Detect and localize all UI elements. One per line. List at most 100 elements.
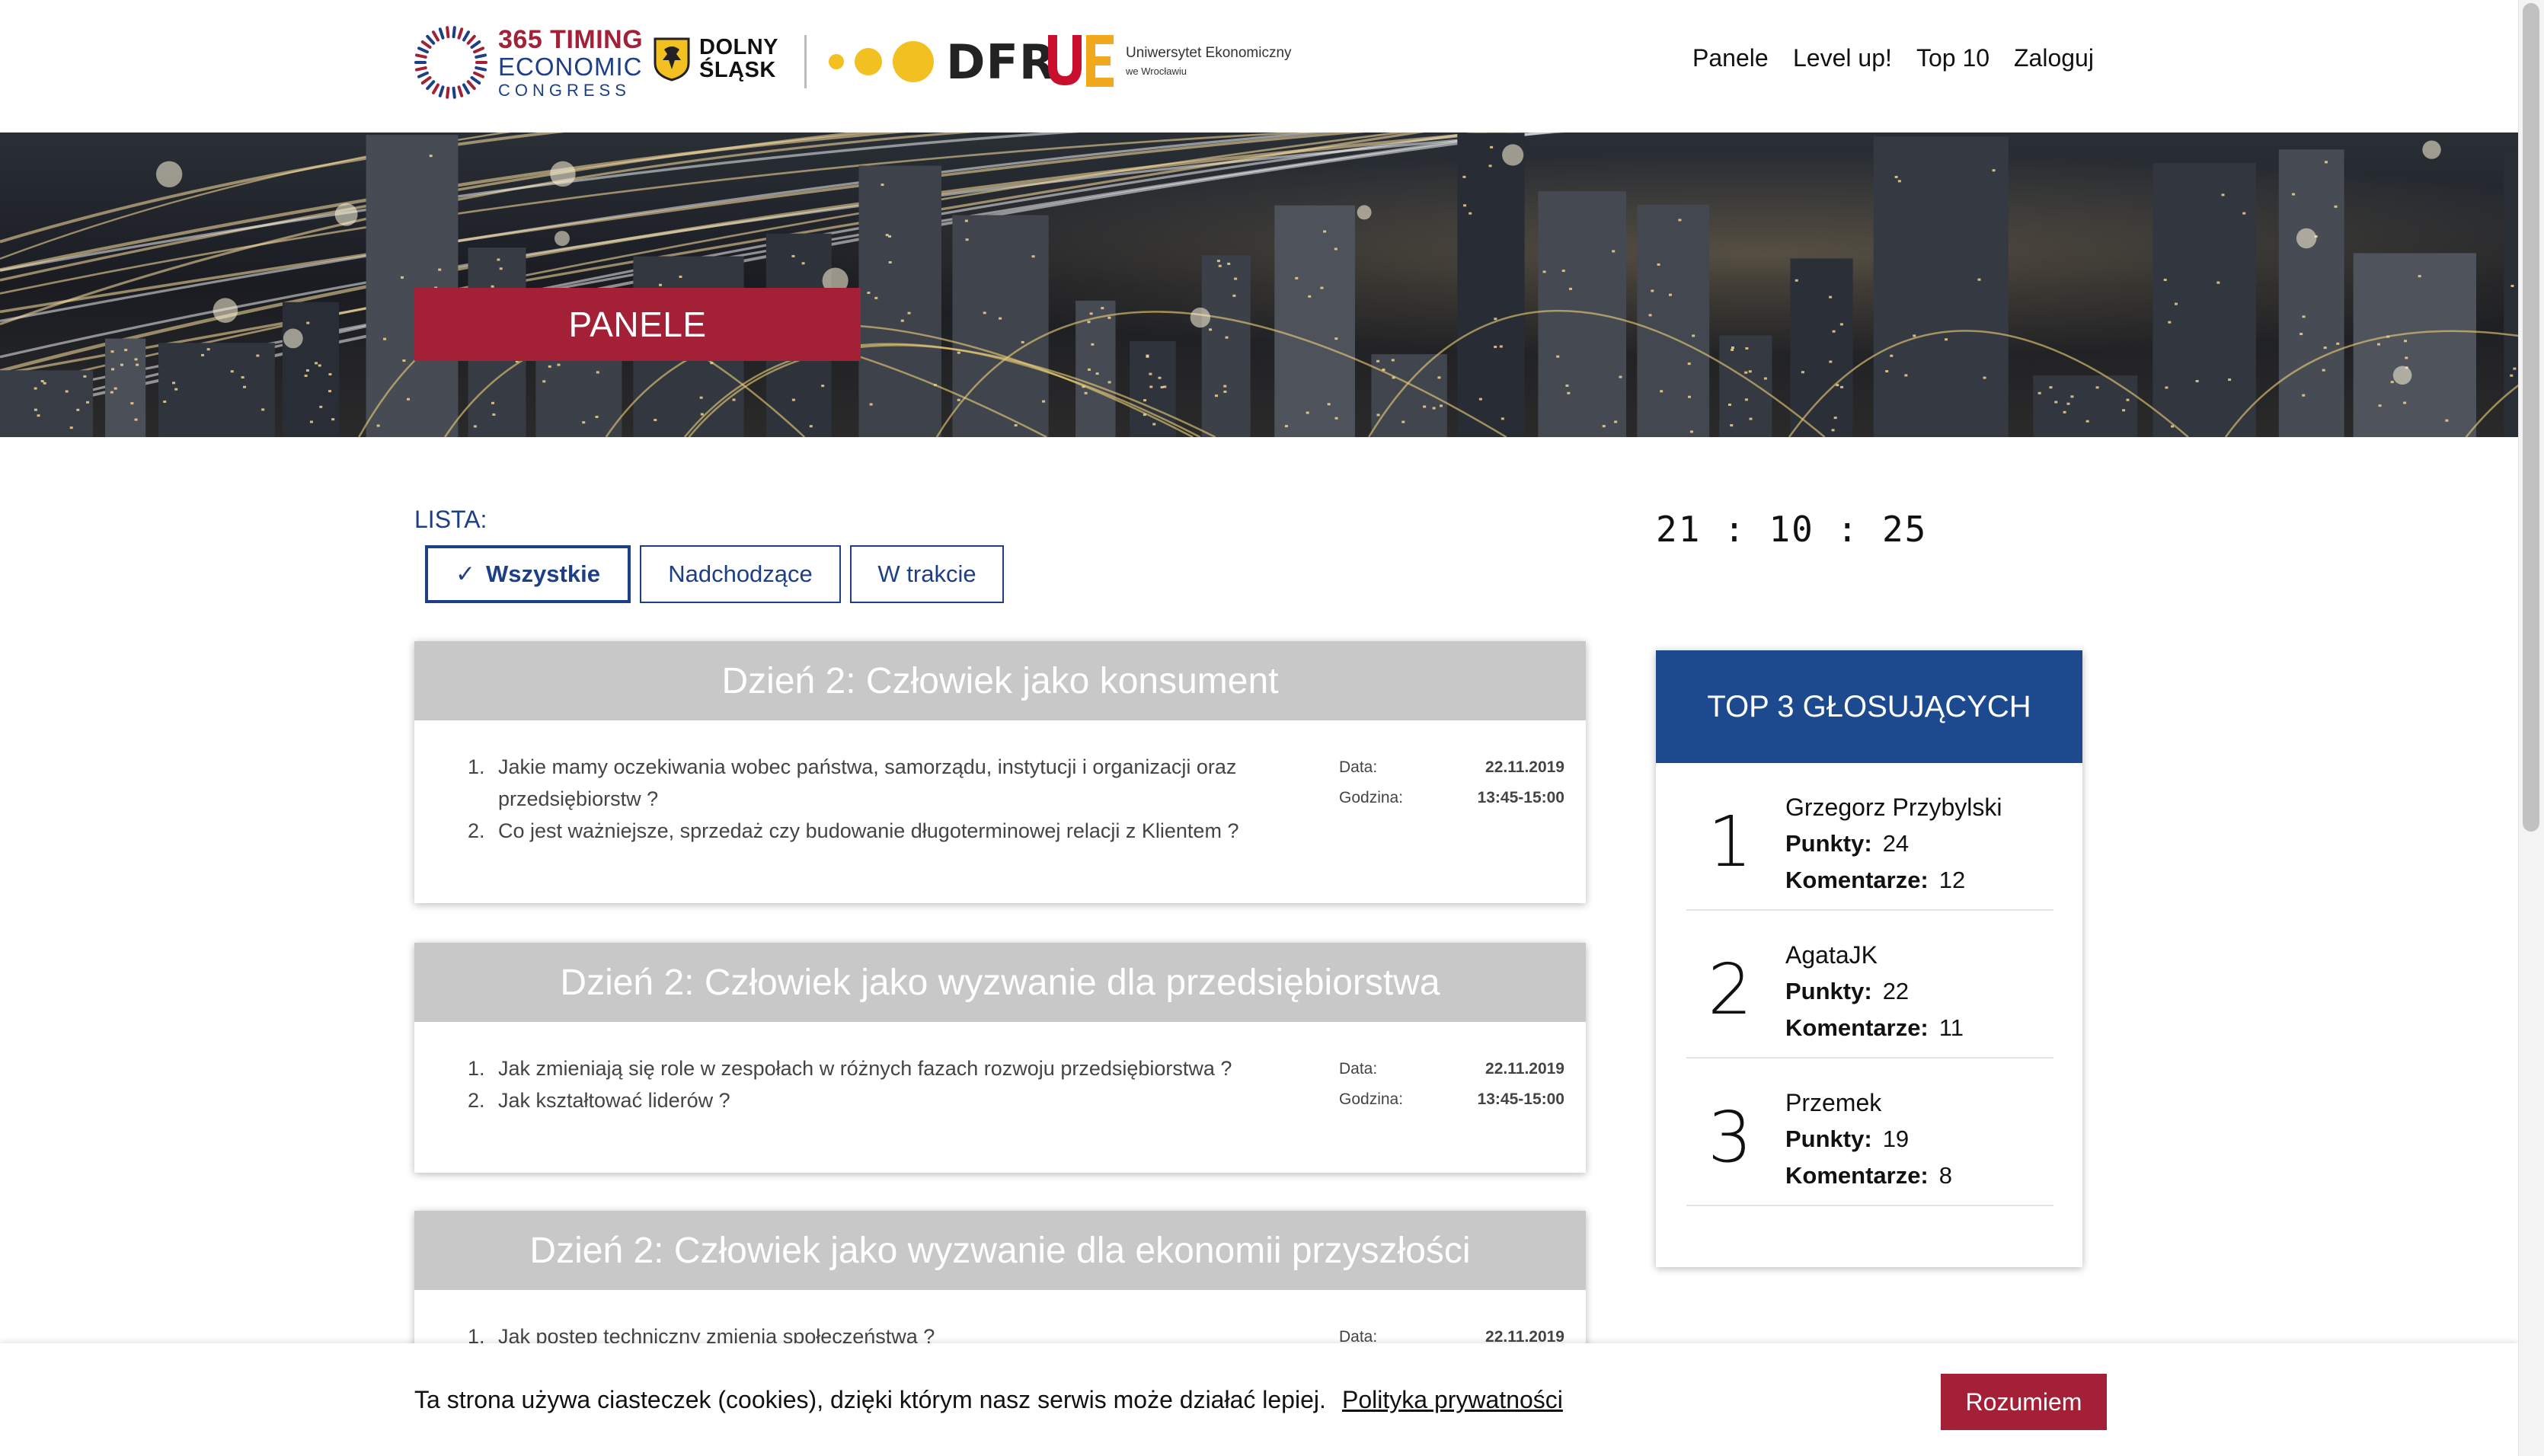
dot-large-icon <box>893 41 934 82</box>
voter-points: Punkty: 19 <box>1785 1126 1909 1153</box>
date-value: 22.11.2019 <box>1485 758 1564 776</box>
question-item: 2. Co jest ważniejsze, sprzedaż czy budo… <box>468 815 1275 847</box>
date-value: 22.11.2019 <box>1485 1060 1564 1078</box>
nav-zaloguj[interactable]: Zaloguj <box>2014 44 2094 72</box>
logo-dfr[interactable]: DFR <box>829 34 1056 90</box>
time-value: 13:45-15:00 <box>1477 789 1564 806</box>
points-value: 19 <box>1882 1126 1910 1152</box>
question-list: 1. Jakie mamy oczekiwania wobec państwa,… <box>468 751 1275 847</box>
time-label: Godzina: <box>1339 789 1404 806</box>
voter-points: Punkty: 22 <box>1785 978 1909 1005</box>
top3-voters-panel: TOP 3 GŁOSUJĄCYCH 1 Grzegorz Przybylski … <box>1656 650 2082 1267</box>
voter-name: Przemek <box>1785 1089 1882 1116</box>
scrollbar-thumb[interactable] <box>2523 3 2539 832</box>
question-number: 2. <box>468 1089 485 1112</box>
panel-card[interactable]: Dzień 2: Człowiek jako wyzwanie dla prze… <box>414 943 1586 1173</box>
time-label: Godzina: <box>1339 1090 1404 1108</box>
logo-ds-line1: DOLNY <box>699 35 778 59</box>
voter-row: 2 AgataJK Punkty: 22 Komentarze: 11 <box>1686 911 2053 1058</box>
eagle-crest-icon <box>654 37 690 81</box>
question-item: 1. Jak zmieniają się role w zespołach w … <box>468 1052 1275 1084</box>
city-skyline-image <box>0 133 2518 437</box>
question-number: 1. <box>468 1057 485 1080</box>
dot-small-icon <box>829 54 844 69</box>
panel-title[interactable]: Dzień 2: Człowiek jako konsument <box>414 641 1586 720</box>
filter-w-trakcie-button[interactable]: W trakcie <box>850 545 1004 603</box>
question-item: 1. Jakie mamy oczekiwania wobec państwa,… <box>468 751 1275 815</box>
points-label: Punkty: <box>1785 978 1872 1004</box>
panel-title[interactable]: Dzień 2: Człowiek jako wyzwanie dla ekon… <box>414 1211 1586 1290</box>
logo-365-line2: ECONOMIC <box>498 52 643 81</box>
voter-name: AgataJK <box>1785 941 1878 969</box>
top3-title: TOP 3 GŁOSUJĄCYCH <box>1656 650 2082 763</box>
dot-medium-icon <box>855 48 882 75</box>
date-label: Data: <box>1339 758 1378 776</box>
nav-top-10[interactable]: Top 10 <box>1916 44 1989 72</box>
logo-ds-line2: ŚLĄSK <box>699 57 776 82</box>
logo-365-timing[interactable]: 365 TIMING ECONOMIC CONGRESS <box>414 23 643 102</box>
date-label: Data: <box>1339 1060 1378 1078</box>
logo-ue-line2: we Wrocławiu <box>1126 65 1187 77</box>
cookie-text: Ta strona używa ciasteczek (cookies), dz… <box>414 1386 1326 1413</box>
nav-level-up[interactable]: Level up! <box>1793 44 1892 72</box>
logo-divider <box>804 35 807 88</box>
filter-nadchodzace-label: Nadchodzące <box>668 560 813 587</box>
voter-points: Punkty: 24 <box>1785 830 1909 857</box>
question-number: 1. <box>468 755 485 778</box>
voter-row: 3 Przemek Punkty: 19 Komentarze: 8 <box>1686 1058 2053 1206</box>
points-value: 22 <box>1882 978 1910 1004</box>
question-number: 2. <box>468 819 485 842</box>
comments-label: Komentarze: <box>1785 867 1929 893</box>
voter-rank: 2 <box>1708 949 1753 1030</box>
panel-meta: Data: 22.11.2019 Godzina: 13:45-15:00 <box>1339 752 1564 813</box>
logo-365-line3: CONGRESS <box>498 80 631 100</box>
logo-dolny-slask[interactable]: DOLNY ŚLĄSK <box>654 35 778 82</box>
points-value: 24 <box>1882 830 1910 857</box>
time-value: 13:45-15:00 <box>1477 1090 1564 1108</box>
question-text: Co jest ważniejsze, sprzedaż czy budowan… <box>498 819 1239 842</box>
question-list: 1. Jak zmieniają się role w zespołach w … <box>468 1052 1275 1116</box>
points-label: Punkty: <box>1785 830 1872 857</box>
question-text-line: Jakie mamy oczekiwania wobec państwa, sa… <box>498 755 1237 778</box>
voter-comments: Komentarze: 11 <box>1785 1014 1964 1042</box>
panel-title[interactable]: Dzień 2: Człowiek jako wyzwanie dla prze… <box>414 943 1586 1022</box>
comments-value: 8 <box>1938 1162 1953 1189</box>
panel-card[interactable]: Dzień 2: Człowiek jako konsument 1. Jaki… <box>414 641 1586 903</box>
points-label: Punkty: <box>1785 1126 1872 1152</box>
panel-meta: Data: 22.11.2019 Godzina: 13:45-15:00 <box>1339 1054 1564 1115</box>
checkmark-icon: ✓ <box>455 560 476 588</box>
accept-cookies-button[interactable]: Rozumiem <box>1941 1374 2107 1430</box>
site-header: 365 TIMING ECONOMIC CONGRESS DOLNY ŚLĄSK… <box>0 0 2518 131</box>
voter-row: 1 Grzegorz Przybylski Punkty: 24 Komentar… <box>1686 763 2053 911</box>
list-label: LISTA: <box>414 506 487 533</box>
comments-label: Komentarze: <box>1785 1014 1929 1041</box>
logo-ue-wroclaw[interactable]: Uniwersytet Ekonomiczny we Wrocławiu <box>1043 30 1292 91</box>
filter-w-trakcie-label: W trakcie <box>877 560 976 587</box>
ue-mark-icon <box>1048 35 1114 87</box>
ring-logo-icon <box>414 26 487 99</box>
privacy-policy-link[interactable]: Polityka prywatności <box>1342 1386 1563 1414</box>
logo-365-line1: 365 TIMING <box>498 24 644 54</box>
cookie-banner: Ta strona używa ciasteczek (cookies), dz… <box>0 1343 2518 1456</box>
comments-value: 11 <box>1938 1014 1964 1041</box>
voter-rank: 1 <box>1708 801 1753 883</box>
voter-comments: Komentarze: 8 <box>1785 1162 1952 1189</box>
logo-ue-line1: Uniwersytet Ekonomiczny <box>1126 44 1292 61</box>
filter-wszystkie-button[interactable]: ✓ Wszystkie <box>425 545 631 603</box>
question-text: Jak kształtować liderów ? <box>498 1089 730 1112</box>
question-text-line: przedsiębiorstw ? <box>498 787 659 810</box>
comments-value: 12 <box>1938 867 1966 893</box>
voter-name: Grzegorz Przybylski <box>1785 793 2002 821</box>
nav-panele[interactable]: Panele <box>1692 44 1769 72</box>
voter-comments: Komentarze: 12 <box>1785 867 1965 894</box>
question-item: 2. Jak kształtować liderów ? <box>468 1084 1275 1116</box>
question-text: Jakie mamy oczekiwania wobec państwa, sa… <box>498 751 1236 815</box>
voter-rank: 3 <box>1708 1097 1753 1178</box>
logo-dfr-text: DFR <box>946 34 1056 90</box>
hero-banner: PANELE <box>0 133 2518 437</box>
question-text: Jak zmieniają się role w zespołach w róż… <box>498 1057 1232 1080</box>
filter-nadchodzace-button[interactable]: Nadchodzące <box>640 545 841 603</box>
countdown-clock: 21 : 10 : 25 <box>1656 509 1928 550</box>
scrollbar-track[interactable] <box>2518 0 2544 1456</box>
comments-label: Komentarze: <box>1785 1162 1929 1189</box>
